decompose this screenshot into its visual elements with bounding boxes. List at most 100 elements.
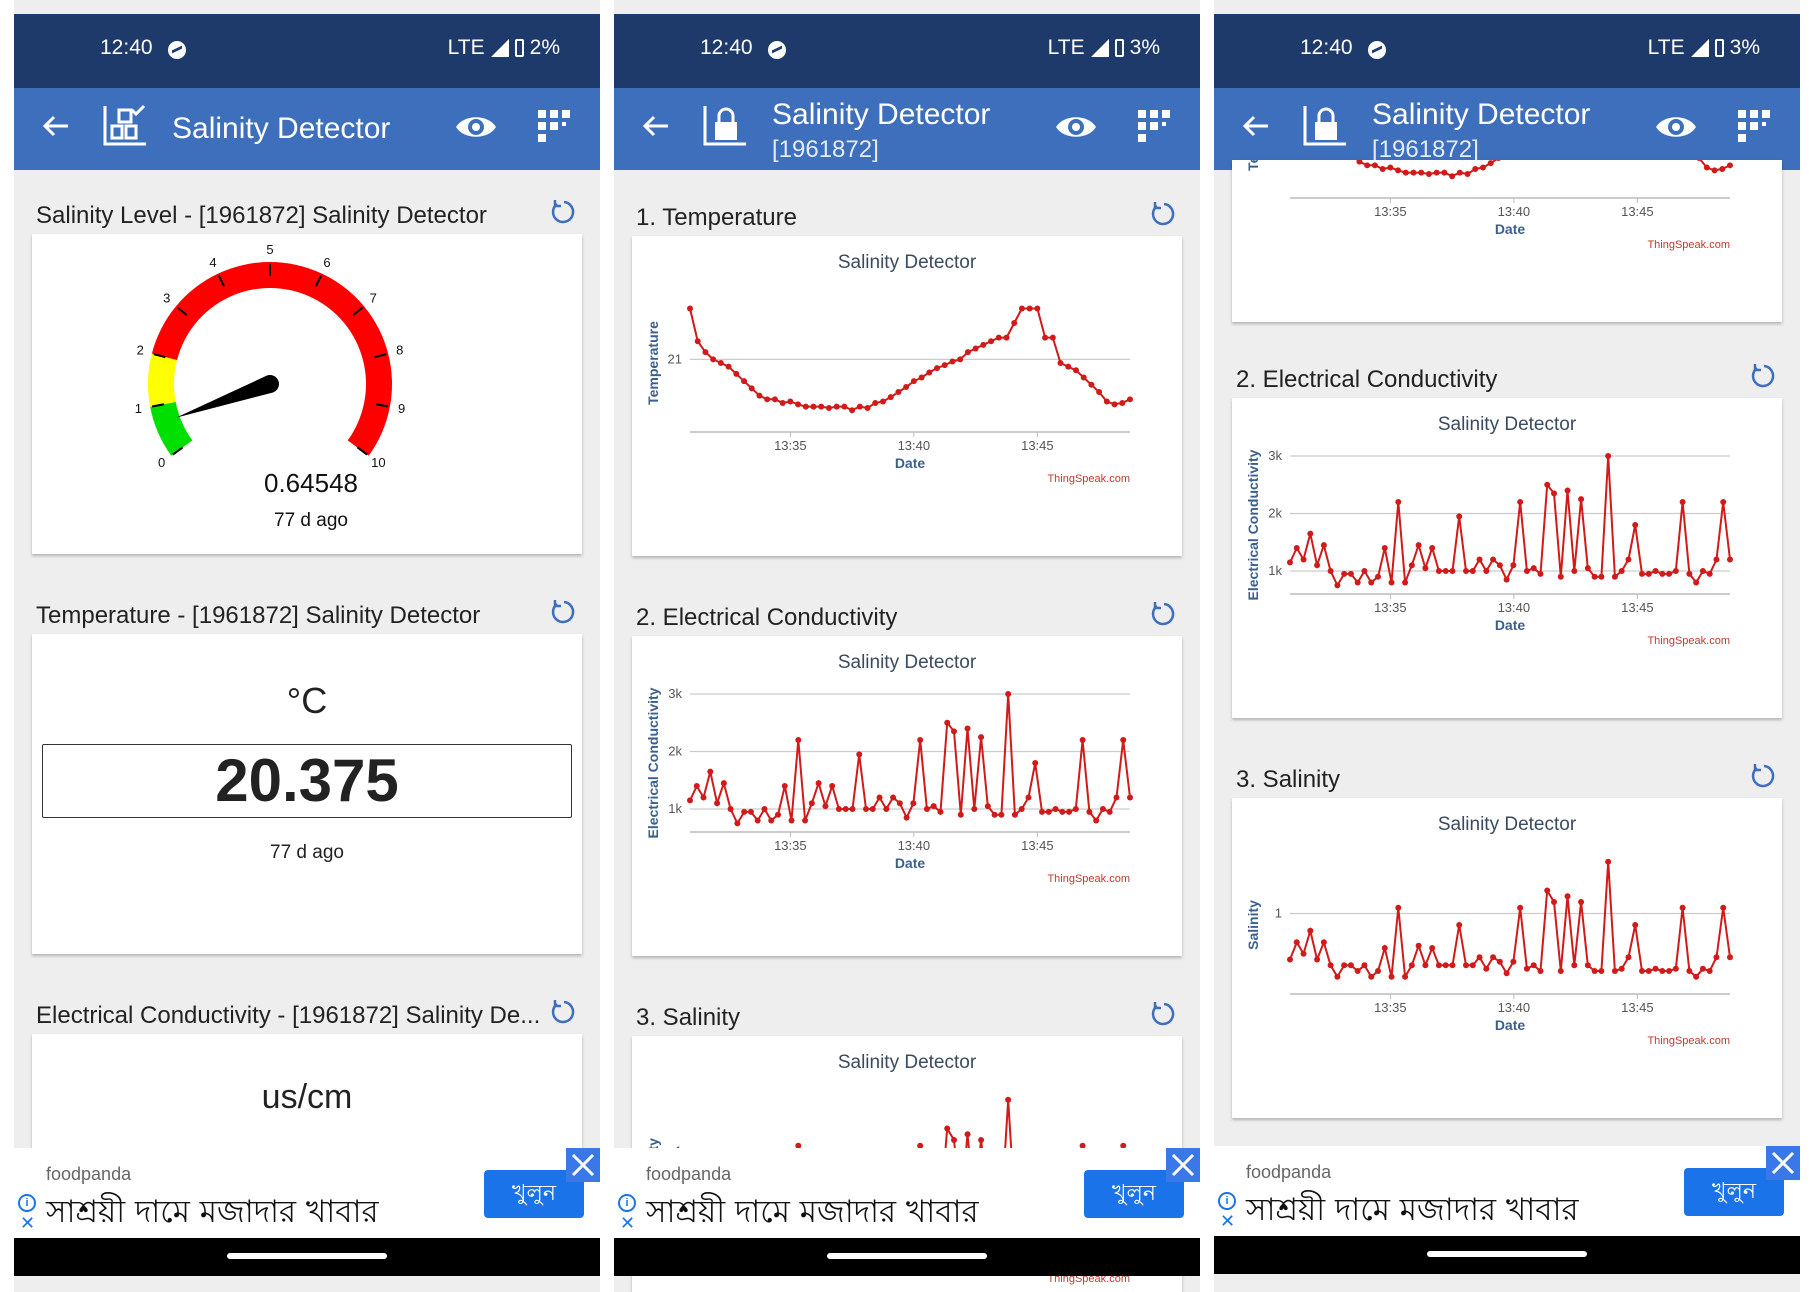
data-point (856, 751, 863, 758)
ad-banner[interactable]: foodpanda সাশ্রয়ী দামে মজাদার খাবার খুল… (614, 1148, 1200, 1238)
status-right: LTE 3% (1048, 36, 1160, 60)
screen-dashboard: 12:40 LTE 2% Salinity Detector Salinity … (14, 0, 600, 1292)
back-arrow-icon[interactable] (1240, 110, 1272, 142)
data-point (1719, 165, 1726, 172)
refresh-icon[interactable] (550, 198, 578, 226)
data-point (1093, 817, 1100, 824)
data-point (1408, 562, 1415, 569)
data-point (957, 356, 964, 363)
data-point (1287, 956, 1293, 963)
ad-dismiss-icon[interactable]: ✕ (20, 1214, 35, 1232)
x-tick-label: 13:45 (1621, 1000, 1654, 1015)
gauge-tick-label: 8 (396, 343, 403, 358)
data-point (693, 783, 700, 789)
eye-icon[interactable] (1654, 110, 1698, 144)
signal-icon (1090, 39, 1109, 57)
ad-dismiss-icon[interactable]: ✕ (1220, 1212, 1235, 1230)
data-point (1713, 954, 1720, 961)
ad-close-icon[interactable] (1766, 1146, 1800, 1180)
data-point (1032, 760, 1039, 766)
qr-code-icon[interactable] (1736, 108, 1772, 144)
qr-code-icon[interactable] (536, 108, 572, 144)
data-point (775, 811, 781, 818)
data-point (1469, 568, 1476, 574)
data-point (1720, 499, 1727, 505)
refresh-icon[interactable] (550, 598, 578, 626)
refresh-icon[interactable] (1750, 362, 1778, 390)
refresh-icon[interactable] (1750, 762, 1778, 790)
app-bar: Salinity Detector [1961872] (614, 88, 1200, 170)
screen-charts: 12:40 LTE 3% Salinity Detector [1961872]… (614, 0, 1200, 1292)
data-point (1571, 568, 1578, 574)
gauge-needle (175, 375, 279, 418)
refresh-icon[interactable] (1150, 600, 1178, 628)
data-point (917, 737, 924, 743)
refresh-icon[interactable] (1150, 1000, 1178, 1028)
data-point (991, 811, 998, 818)
qr-code-icon[interactable] (1136, 108, 1172, 144)
data-point (1578, 899, 1585, 905)
gauge-band-yellow (148, 353, 178, 407)
data-point (1039, 808, 1045, 815)
ad-banner[interactable]: foodpanda সাশ্রয়ী দামে মজাদার খাবার খুল… (14, 1148, 600, 1238)
data-point (1018, 305, 1025, 312)
refresh-icon[interactable] (1150, 200, 1178, 228)
data-point (1395, 904, 1402, 911)
x-axis-label: Date (1495, 617, 1526, 633)
eye-icon[interactable] (1054, 110, 1098, 144)
data-point (1699, 965, 1706, 972)
ad-close-icon[interactable] (566, 1148, 600, 1182)
ad-close-icon[interactable] (1166, 1148, 1200, 1182)
nav-bar (14, 1238, 600, 1276)
temperature-chart: Salinity Detector2113:3513:4013:45DateTe… (1245, 160, 1733, 251)
data-point (951, 728, 957, 735)
section-title-electrical-conductivity: 2. Electrical Conductivity (1236, 366, 1498, 393)
charts-content: 1. Temperature Salinity Detector 21 13:35 1… (614, 170, 1200, 1292)
home-gesture-bar[interactable] (227, 1253, 387, 1259)
data-point (984, 803, 991, 810)
data-point (1045, 808, 1052, 815)
data-point (869, 806, 876, 812)
data-point (810, 403, 817, 410)
data-point (1523, 965, 1530, 972)
data-point (1347, 570, 1354, 577)
data-point (720, 780, 727, 787)
ad-info-icon[interactable]: i (18, 1194, 36, 1212)
eye-icon[interactable] (454, 110, 498, 144)
data-point (1693, 579, 1700, 586)
data-point (1472, 165, 1479, 172)
data-point (1111, 401, 1118, 408)
data-point (1483, 568, 1490, 574)
section-title-temperature: 1. Temperature (636, 204, 797, 231)
ad-banner[interactable]: foodpanda সাশ্রয়ী দামে মজাদার খাবার খুল… (1214, 1146, 1800, 1236)
data-point (1591, 968, 1598, 974)
data-point (795, 401, 802, 408)
ad-dismiss-icon[interactable]: ✕ (620, 1214, 635, 1232)
gauge-tick-label: 0 (158, 455, 165, 470)
data-point (1005, 1096, 1012, 1103)
data-point (1456, 169, 1463, 176)
data-point (1307, 530, 1314, 537)
data-point (1429, 545, 1436, 551)
data-point (1088, 381, 1095, 388)
back-arrow-icon[interactable] (40, 110, 72, 142)
data-point (1469, 962, 1476, 969)
home-gesture-bar[interactable] (827, 1253, 987, 1259)
home-gesture-bar[interactable] (1427, 1251, 1587, 1257)
data-point (1496, 958, 1503, 965)
data-point (1395, 167, 1402, 174)
ad-info-icon[interactable]: i (618, 1194, 636, 1212)
gauge-updated: 77 d ago (274, 510, 348, 531)
data-point (895, 389, 902, 396)
data-point (1402, 973, 1409, 980)
salinity-gauge: 0 1 2 3 4 5 6 7 8 9 10 0.64548 77 d ago (135, 242, 405, 531)
data-point (1003, 334, 1010, 341)
refresh-icon[interactable] (550, 998, 578, 1026)
data-point (764, 396, 771, 403)
ad-info-icon[interactable]: i (1218, 1192, 1236, 1210)
data-point (1605, 453, 1612, 459)
data-point (1503, 576, 1510, 583)
data-point (1496, 562, 1503, 569)
back-arrow-icon[interactable] (640, 110, 672, 142)
data-point (1442, 568, 1449, 574)
